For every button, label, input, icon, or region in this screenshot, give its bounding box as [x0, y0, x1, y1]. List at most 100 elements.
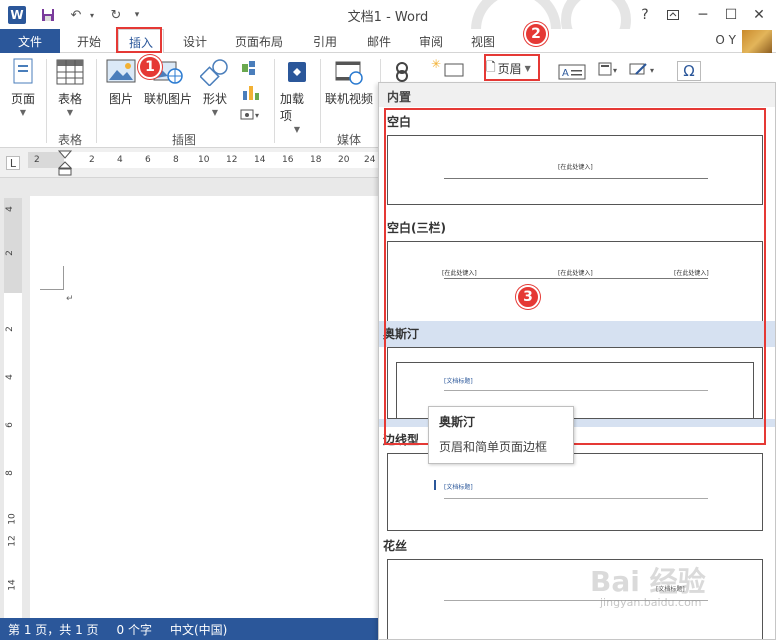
svg-text:▾: ▾ — [650, 66, 654, 75]
document-page[interactable] — [30, 196, 380, 618]
ruler-number: 16 — [282, 155, 294, 165]
tab-mailings[interactable]: 邮件 — [356, 29, 402, 53]
group-divider — [46, 59, 47, 143]
screenshot-icon: ▾ — [236, 105, 266, 123]
addins-label: 加载项 — [280, 92, 305, 123]
horizontal-ruler[interactable]: L 2 2 4 6 8 10 12 14 16 18 20 24 — [0, 148, 380, 178]
ruler-number: 20 — [338, 155, 350, 165]
vruler-number: 2 — [4, 326, 15, 332]
ribbon-display-icon[interactable] — [662, 5, 684, 25]
help-button[interactable]: ? — [634, 5, 656, 25]
tab-home[interactable]: 开始 — [66, 29, 112, 53]
svg-text:▾: ▾ — [613, 66, 617, 75]
vruler-number: 8 — [4, 470, 15, 476]
pages-label: 页面 — [10, 92, 35, 106]
screenshot-button[interactable]: ▾ — [236, 105, 266, 126]
addins-icon — [282, 57, 312, 87]
table-button[interactable]: 表格 ▼ — [52, 57, 88, 117]
omega-icon: Ω — [677, 61, 701, 81]
group-divider — [320, 59, 321, 143]
group-label-media: 媒体 — [336, 133, 361, 147]
tab-design[interactable]: 设计 — [172, 29, 218, 53]
online-picture-label: 联机图片 — [143, 92, 192, 106]
language-indicator[interactable]: 中文(中国) — [170, 621, 227, 638]
tab-references[interactable]: 引用 — [302, 29, 348, 53]
signature-button[interactable]: ▾ — [626, 61, 660, 80]
page-count[interactable]: 第 1 页，共 1 页 — [8, 621, 99, 638]
vruler-number: 10 — [7, 513, 18, 525]
avatar[interactable] — [742, 30, 772, 54]
ruler-number: 14 — [254, 155, 266, 165]
tab-stop-selector[interactable]: L — [6, 156, 20, 170]
chevron-down-icon: ▼ — [211, 108, 219, 117]
highlight-insert-tab — [116, 27, 162, 53]
maximize-icon[interactable]: ☐ — [720, 5, 742, 25]
quickparts-button[interactable]: ▾ — [596, 61, 622, 80]
textbox-icon: A — [557, 63, 587, 81]
comment-button[interactable]: ✳ — [428, 55, 468, 82]
paragraph-mark: ↵ — [66, 294, 74, 304]
gallery-item-sideline[interactable]: [文档标题] — [387, 453, 763, 531]
ruler-number: 2 — [34, 155, 40, 165]
margin-corner-mark — [40, 266, 64, 290]
shapes-button[interactable]: 形状 ▼ — [198, 57, 232, 117]
group-label-tables: 表格 — [57, 133, 82, 147]
ruler-number: 4 — [117, 155, 123, 165]
ruler-number: 6 — [145, 155, 151, 165]
user-name[interactable]: O Y — [715, 33, 736, 47]
ruler-number: 24 — [364, 155, 376, 165]
tooltip-title: 奥斯汀 — [439, 415, 476, 429]
highlight-gallery — [384, 108, 766, 445]
table-icon — [55, 57, 85, 87]
tab-view[interactable]: 视图 — [460, 29, 506, 53]
group-divider — [274, 59, 275, 143]
tab-file[interactable]: 文件 — [0, 29, 60, 53]
tooltip-description: 页眉和简单页面边框 — [439, 440, 548, 454]
highlight-header-button — [484, 54, 540, 81]
online-video-label: 联机视频 — [324, 92, 373, 106]
ruler-number: 12 — [226, 155, 238, 165]
table-label: 表格 — [57, 92, 82, 106]
picture-button[interactable]: 图片 — [102, 57, 140, 107]
sideline-bar — [434, 480, 436, 490]
vruler-number: 4 — [4, 374, 15, 380]
svg-text:▾: ▾ — [255, 111, 259, 120]
shapes-icon — [200, 57, 230, 87]
vertical-ruler-margin — [4, 198, 22, 293]
close-icon[interactable]: ✕ — [748, 5, 770, 25]
vruler-number: 14 — [7, 579, 18, 591]
title-bar: W ↶ ▾ ↻ ▾ 文档1 - Word ? ─ ☐ ✕ — [0, 0, 776, 75]
vruler-number: 4 — [4, 206, 15, 212]
gallery-section-title: 花丝 — [383, 539, 408, 553]
textbox-button[interactable]: A — [556, 63, 588, 84]
ruler-number: 8 — [173, 155, 179, 165]
symbol-button[interactable]: Ω — [676, 61, 702, 84]
tab-review[interactable]: 审阅 — [408, 29, 454, 53]
quickparts-icon: ▾ — [594, 61, 624, 77]
ruler-number: 10 — [198, 155, 210, 165]
chevron-down-icon: ▼ — [19, 108, 27, 117]
svg-text:A: A — [562, 68, 569, 79]
gallery-item-filigree[interactable]: [文档标题] — [387, 559, 763, 639]
chart-icon — [236, 81, 266, 103]
smartart-button[interactable] — [236, 57, 266, 82]
tab-layout[interactable]: 页面布局 — [226, 29, 292, 53]
ruler-number: 18 — [310, 155, 322, 165]
signature-icon: ▾ — [628, 61, 658, 77]
vruler-number: 12 — [7, 535, 18, 547]
ruler-number: 2 — [89, 155, 95, 165]
group-label-illustrations: 插图 — [171, 133, 196, 147]
indent-marker[interactable] — [58, 150, 72, 176]
baidu-watermark-url: jingyan.baidu.com — [600, 596, 702, 609]
chart-button[interactable] — [236, 81, 266, 106]
picture-icon — [106, 57, 136, 87]
addins-button[interactable]: 加载项 ▼ — [280, 57, 314, 134]
online-video-icon — [334, 57, 364, 87]
status-bar: 第 1 页，共 1 页 0 个字 中文(中国) — [0, 618, 380, 640]
pages-button[interactable]: 页面 ▼ — [6, 57, 40, 117]
callout-badge: 3 — [516, 285, 540, 309]
word-count[interactable]: 0 个字 — [117, 621, 152, 638]
vruler-number: 6 — [4, 422, 15, 428]
minimize-icon[interactable]: ─ — [692, 5, 714, 25]
online-video-button[interactable]: 联机视频 — [322, 57, 376, 107]
